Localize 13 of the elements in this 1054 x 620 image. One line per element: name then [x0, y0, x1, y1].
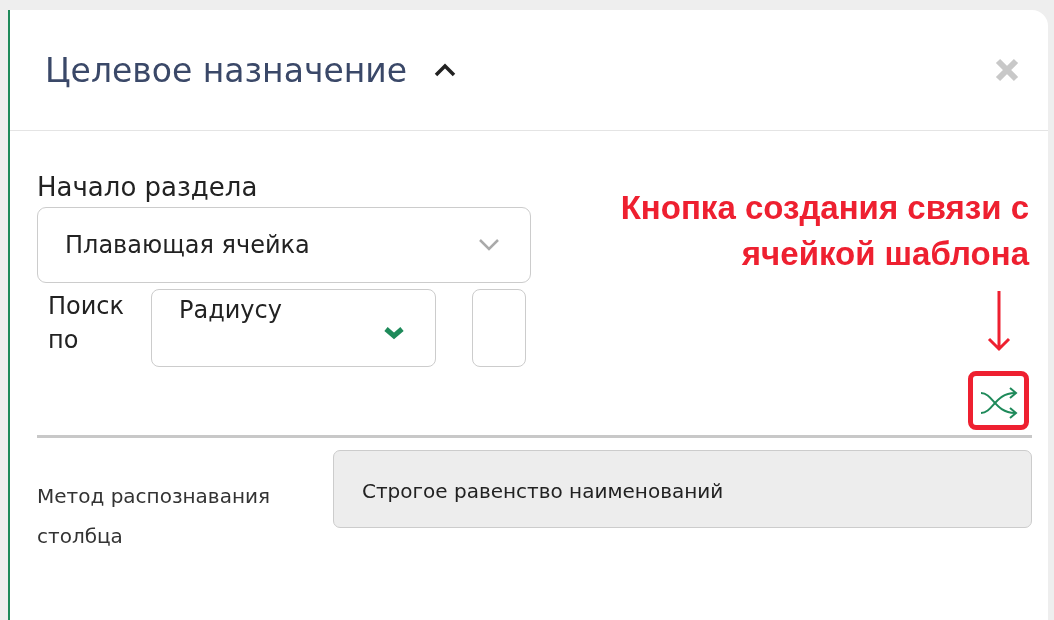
- section-start-dropdown[interactable]: Плавающая ячейка: [37, 207, 531, 283]
- chevron-icon: [383, 326, 405, 340]
- chevron-icon: [478, 238, 500, 252]
- annotation-text: Кнопка создания связи с ячейкой шаблона: [619, 188, 1029, 274]
- panel-title: Целевое назначение: [45, 50, 408, 90]
- search-by-dropdown[interactable]: Радиусу: [151, 289, 436, 367]
- field-label: Метод распознавания столбца: [37, 483, 271, 550]
- input-field[interactable]: [472, 289, 526, 367]
- field-label: Поиск по: [47, 291, 126, 356]
- annotation-arrow: [987, 291, 1011, 353]
- caret-icon[interactable]: [433, 62, 458, 78]
- field-label: Начало раздела: [37, 171, 259, 204]
- link-button[interactable]: [968, 371, 1029, 430]
